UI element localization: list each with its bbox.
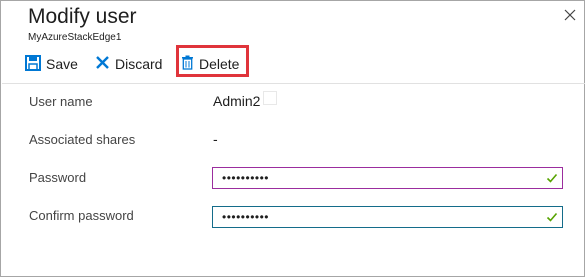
password-field[interactable]: •••••••••• (212, 167, 563, 189)
delete-highlight-box (176, 45, 249, 77)
associated-shares-label: Associated shares (29, 132, 136, 147)
associated-shares-value: - (213, 131, 218, 147)
discard-label: Discard (115, 56, 163, 72)
modify-user-panel: Modify user MyAzureStackEdge1 Save Disca… (0, 0, 585, 277)
save-icon (25, 54, 41, 74)
user-name-value: Admin2 (213, 93, 261, 109)
close-icon (564, 9, 576, 21)
close-button[interactable] (561, 6, 579, 24)
confirm-password-value: •••••••••• (222, 210, 270, 224)
confirm-password-field[interactable]: •••••••••• (212, 206, 563, 228)
copy-box (263, 91, 277, 105)
confirm-password-label: Confirm password (29, 208, 134, 223)
discard-button[interactable]: Discard (95, 53, 162, 75)
save-label: Save (46, 56, 78, 72)
password-value: •••••••••• (222, 171, 270, 185)
check-icon (546, 211, 558, 226)
password-label: Password (29, 170, 87, 185)
resource-subtitle: MyAzureStackEdge1 (28, 32, 122, 43)
discard-icon (95, 55, 110, 73)
toolbar-divider (2, 83, 585, 84)
user-name-label: User name (29, 94, 93, 109)
check-icon (546, 172, 558, 187)
page-title: Modify user (28, 5, 137, 28)
save-button[interactable]: Save (25, 53, 78, 75)
